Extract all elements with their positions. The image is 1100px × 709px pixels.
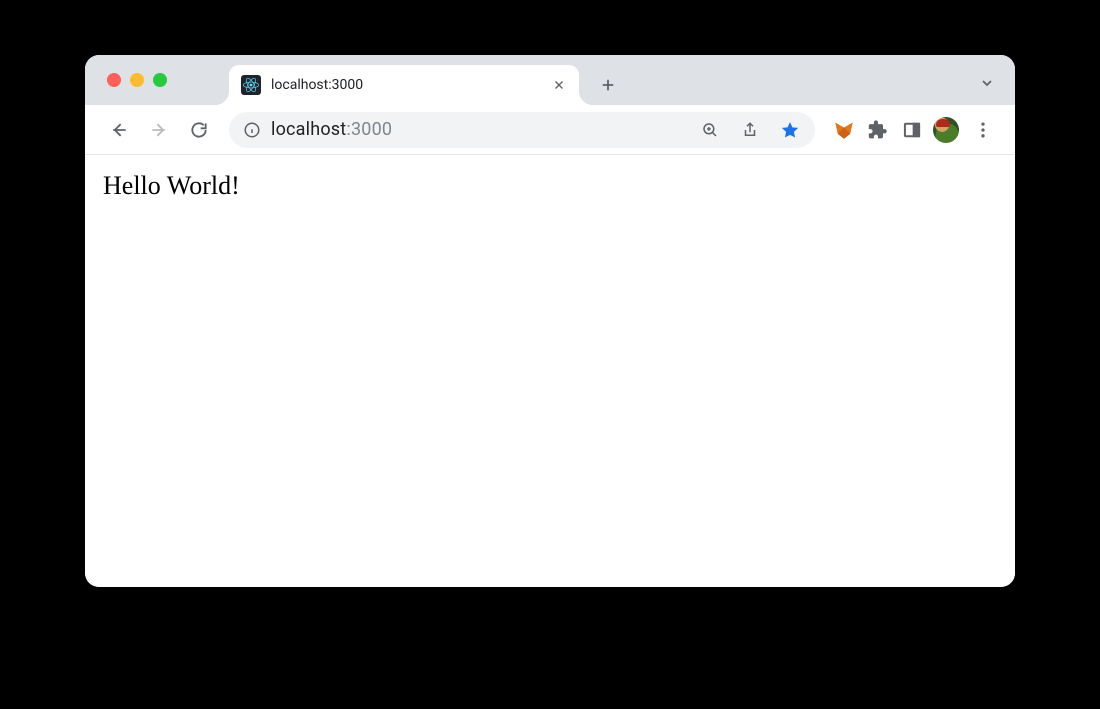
star-icon[interactable] bbox=[775, 115, 805, 145]
page-body-text: Hello World! bbox=[103, 171, 997, 201]
toolbar: localhost:3000 bbox=[85, 105, 1015, 155]
close-icon[interactable] bbox=[551, 77, 567, 93]
kebab-menu-icon[interactable] bbox=[965, 112, 1001, 148]
info-icon[interactable] bbox=[243, 121, 261, 139]
react-icon bbox=[241, 75, 261, 95]
metamask-icon[interactable] bbox=[829, 115, 859, 145]
window-maximize-button[interactable] bbox=[153, 73, 167, 87]
zoom-icon[interactable] bbox=[695, 115, 725, 145]
browser-tab[interactable]: localhost:3000 bbox=[229, 65, 579, 105]
window-minimize-button[interactable] bbox=[130, 73, 144, 87]
url-host: localhost bbox=[271, 119, 346, 140]
chevron-down-icon[interactable] bbox=[973, 69, 1001, 97]
share-icon[interactable] bbox=[735, 115, 765, 145]
side-panel-icon[interactable] bbox=[897, 115, 927, 145]
tab-title: localhost:3000 bbox=[271, 77, 541, 93]
url-path: :3000 bbox=[346, 119, 392, 140]
window-controls bbox=[107, 73, 167, 87]
puzzle-icon[interactable] bbox=[863, 115, 893, 145]
url-text: localhost:3000 bbox=[271, 119, 685, 140]
window-close-button[interactable] bbox=[107, 73, 121, 87]
page-viewport: Hello World! bbox=[85, 155, 1015, 587]
reload-icon[interactable] bbox=[181, 112, 217, 148]
plus-icon[interactable] bbox=[593, 70, 623, 100]
address-bar[interactable]: localhost:3000 bbox=[229, 112, 815, 148]
arrow-right-icon[interactable] bbox=[141, 112, 177, 148]
tab-strip: localhost:3000 bbox=[85, 55, 1015, 105]
arrow-left-icon[interactable] bbox=[101, 112, 137, 148]
avatar-icon[interactable] bbox=[931, 115, 961, 145]
browser-window: localhost:3000 localhost:3000 bbox=[85, 55, 1015, 587]
